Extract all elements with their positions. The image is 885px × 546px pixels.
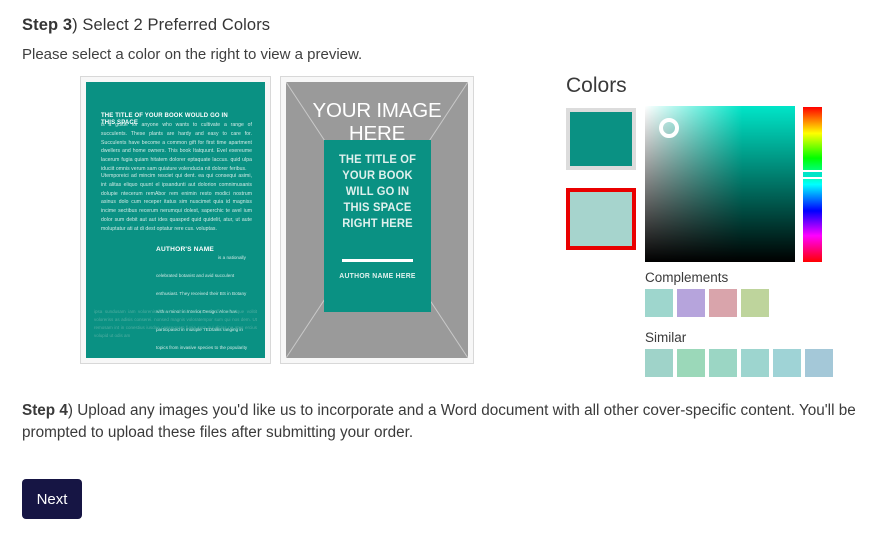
back-cover-paragraph-2: Utemporeici ad mincim resciet qui dent. … [101, 173, 252, 232]
selected-color-fill-1 [570, 112, 632, 166]
complement-swatch-1[interactable] [677, 289, 705, 317]
book-cover-preview: THE TITLE OF YOUR BOOK WOULD GO IN THIS … [80, 76, 474, 364]
complements-swatch-row [645, 289, 769, 317]
front-cover-panel: YOUR IMAGE HERE THE TITLE OF YOUR BOOK W… [280, 76, 474, 364]
colors-section-title: Colors [566, 74, 627, 97]
back-cover-author-bio: is a nationally celebrated botanist and … [156, 255, 248, 350]
step3-title: ) Select 2 Preferred Colors [72, 16, 271, 34]
front-cover-divider [342, 259, 413, 262]
page-root: Step 3) Select 2 Preferred Colors Please… [0, 0, 885, 546]
front-cover-author: AUTHOR NAME HERE [339, 271, 416, 280]
similar-swatch-1[interactable] [677, 349, 705, 377]
saturation-value-picker[interactable] [645, 106, 795, 262]
similar-swatch-5[interactable] [805, 349, 833, 377]
complement-swatch-3[interactable] [741, 289, 769, 317]
complement-swatch-2[interactable] [709, 289, 737, 317]
back-cover-paragraph-1: is a guide for anyone who wants to culti… [101, 122, 252, 172]
back-cover-footer-text: ipsa sundusam iam voloreniscil nos et la… [94, 309, 257, 338]
step3-subtitle: Please select a color on the right to vi… [22, 46, 363, 63]
front-cover-title: THE TITLE OF YOUR BOOK WILL GO IN THIS S… [338, 152, 417, 230]
step4-label: Step 4 [22, 402, 68, 419]
sv-picker-cursor[interactable] [659, 117, 679, 138]
complement-swatch-0[interactable] [645, 289, 673, 317]
hue-slider-cursor[interactable] [803, 169, 822, 179]
selected-color-fill-2 [570, 192, 632, 246]
similar-swatch-2[interactable] [709, 349, 737, 377]
back-cover-panel: THE TITLE OF YOUR BOOK WOULD GO IN THIS … [80, 76, 271, 364]
front-cover-title-box: THE TITLE OF YOUR BOOK WILL GO IN THIS S… [324, 140, 431, 312]
step4-body: ) Upload any images you'd like us to inc… [22, 402, 856, 441]
similar-swatch-4[interactable] [773, 349, 801, 377]
back-cover-art: THE TITLE OF YOUR BOOK WOULD GO IN THIS … [86, 82, 265, 358]
next-button[interactable]: Next [22, 479, 82, 519]
similar-swatch-row [645, 349, 833, 377]
step3-heading: Step 3) Select 2 Preferred Colors [22, 16, 270, 35]
similar-swatch-3[interactable] [741, 349, 769, 377]
selected-color-swatch-1[interactable] [566, 108, 636, 170]
hue-slider[interactable] [803, 107, 822, 262]
back-cover-author-name: AUTHOR'S NAME [156, 246, 215, 253]
similar-swatch-0[interactable] [645, 349, 673, 377]
selected-color-swatch-2[interactable] [566, 188, 636, 250]
step4-text: Step 4) Upload any images you'd like us … [22, 400, 858, 443]
complements-label: Complements [645, 270, 729, 285]
front-cover-art: YOUR IMAGE HERE THE TITLE OF YOUR BOOK W… [286, 82, 468, 358]
similar-label: Similar [645, 330, 687, 345]
step3-label: Step 3 [22, 16, 73, 34]
back-cover-author-block: AUTHOR'S NAME is a nationally celebrated… [156, 246, 252, 358]
